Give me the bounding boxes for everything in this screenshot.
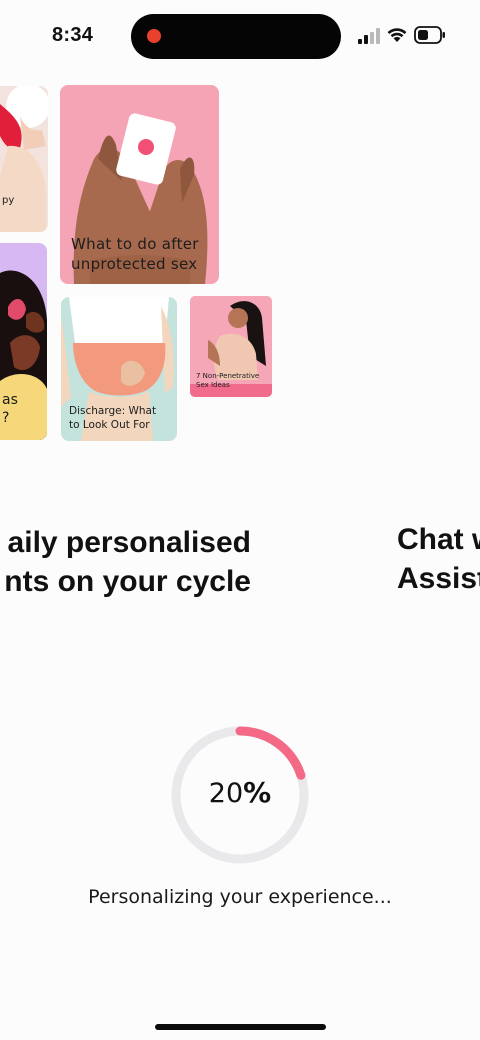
article-card-partial-top[interactable]: py <box>0 86 48 232</box>
home-indicator[interactable] <box>155 1024 326 1030</box>
card-illustration <box>0 86 48 232</box>
status-time: 8:34 <box>52 24 94 46</box>
status-bar: 8:34 <box>0 0 480 72</box>
recording-dot-icon <box>147 29 161 43</box>
card-title: 7 Non-Penetrative Sex Ideas <box>196 372 260 390</box>
carousel-slide-title-current: aily personalised nts on your cycle <box>4 526 251 598</box>
carousel-slide-title-next: Chat w Assist <box>397 523 480 595</box>
battery-icon <box>414 26 445 44</box>
cellular-signal-icon <box>358 28 380 44</box>
article-card-non-penetrative[interactable]: 7 Non-Penetrative Sex Ideas <box>190 296 272 397</box>
progress-percentage: 20% <box>208 776 272 809</box>
article-card-discharge[interactable]: Discharge: What to Look Out For <box>61 297 177 441</box>
card-title: What to do after unprotected sex <box>71 235 199 273</box>
article-card-partial-bottom[interactable]: as ? <box>0 243 47 440</box>
article-card-unprotected-sex[interactable]: What to do after unprotected sex <box>60 85 219 284</box>
card-title: as ? <box>2 392 18 427</box>
card-title: Discharge: What to Look Out For <box>69 405 157 431</box>
card-title: py <box>2 195 15 206</box>
dynamic-island <box>131 14 341 59</box>
wifi-icon <box>387 28 407 42</box>
progress-message: Personalizing your experience... <box>88 886 392 908</box>
